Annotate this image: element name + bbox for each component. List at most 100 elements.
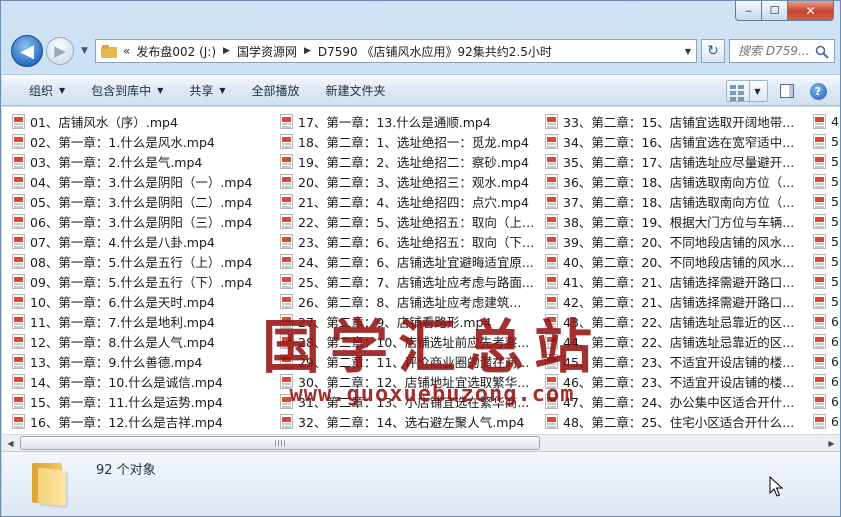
help-button[interactable]: ? (806, 80, 830, 102)
file-item[interactable]: 28、第二章：10、店铺选址前应先考察... (280, 331, 536, 351)
include-in-library-menu[interactable]: 包含到库中 ▼ (78, 78, 176, 102)
scroll-right-icon[interactable]: ▶ (823, 435, 840, 451)
mp4-file-icon (12, 153, 25, 169)
file-item[interactable]: 19、第二章：2、选址绝招二：察砂.mp4 (280, 151, 536, 171)
new-folder-button[interactable]: 新建文件夹 (313, 78, 399, 102)
organize-menu[interactable]: 组织 ▼ (16, 78, 78, 102)
file-item[interactable]: 41、第二章：21、店铺选择需避开路口... (545, 271, 807, 291)
forward-button[interactable]: ▶ (46, 37, 74, 65)
file-item[interactable]: 04、第一章：3.什么是阴阳（一）.mp4 (12, 171, 270, 191)
breadcrumb-segment[interactable]: 国学资源网 (237, 43, 297, 60)
file-item[interactable]: 6 (813, 331, 840, 351)
close-button[interactable]: ✕ (788, 1, 834, 21)
horizontal-scrollbar[interactable]: ◀ ▶ (2, 434, 840, 451)
file-item[interactable]: 32、第二章：14、选右避左聚人气.mp4 (280, 411, 536, 431)
search-input[interactable] (738, 44, 814, 58)
file-item[interactable]: 27、第二章：9、店铺看路形.mp4 (280, 311, 536, 331)
file-item[interactable]: 07、第一章：4.什么是八卦.mp4 (12, 231, 270, 251)
file-item[interactable]: 40、第二章：20、不同地段店铺的风水... (545, 251, 807, 271)
maximize-button[interactable]: ☐ (762, 1, 788, 21)
file-item[interactable]: 4 (813, 111, 840, 131)
file-item[interactable]: 45、第二章：23、不适宜开设店铺的楼... (545, 351, 807, 371)
file-item[interactable]: 21、第二章：4、选址绝招四：点穴.mp4 (280, 191, 536, 211)
file-name: 17、第一章：13.什么是通顺.mp4 (298, 114, 491, 130)
file-item[interactable]: 39、第二章：20、不同地段店铺的风水... (545, 231, 807, 251)
file-item[interactable]: 17、第一章：13.什么是通顺.mp4 (280, 111, 536, 131)
address-dropdown-icon[interactable]: ▼ (685, 47, 691, 56)
file-item[interactable]: 43、第二章：22、店铺选址忌靠近的区... (545, 311, 807, 331)
file-item[interactable]: 25、第二章：7、店铺选址应考虑与路面... (280, 271, 536, 291)
file-item[interactable]: 06、第一章：3.什么是阴阳（三）.mp4 (12, 211, 270, 231)
file-item[interactable]: 24、第二章：6、店铺选址宜避晦适宜原... (280, 251, 536, 271)
file-item[interactable]: 31、第二章：13、小店铺宜选在繁华商... (280, 391, 536, 411)
file-item[interactable]: 5 (813, 131, 840, 151)
file-item[interactable]: 33、第二章：15、店铺宜选取开阔地带... (545, 111, 807, 131)
file-item[interactable]: 48、第二章：25、住宅小区适合开什么... (545, 411, 807, 431)
play-all-button[interactable]: 全部播放 (239, 78, 313, 102)
file-item[interactable]: 35、第二章：17、店铺选址应尽量避开... (545, 151, 807, 171)
file-item[interactable]: 15、第一章：11.什么是运势.mp4 (12, 391, 270, 411)
file-item[interactable]: 02、第一章：1.什么是风水.mp4 (12, 131, 270, 151)
file-item[interactable]: 23、第二章：6、选址绝招五：取向（下）... (280, 231, 536, 251)
file-column: 17、第一章：13.什么是通顺.mp4 18、第二章：1、选址绝招一：觅龙.mp4… (280, 111, 536, 431)
file-item[interactable]: 26、第二章：8、店铺选址应考虑建筑... (280, 291, 536, 311)
file-item[interactable]: 37、第二章：18、店铺选取南向方位（... (545, 191, 807, 211)
file-item[interactable]: 6 (813, 371, 840, 391)
file-item[interactable]: 5 (813, 231, 840, 251)
file-item[interactable]: 5 (813, 171, 840, 191)
breadcrumb-segment[interactable]: D7590 《店铺风水应用》92集共约2.5小时 (318, 43, 552, 60)
file-item[interactable]: 08、第一章：5.什么是五行（上）.mp4 (12, 251, 270, 271)
file-item[interactable]: 6 (813, 351, 840, 371)
file-item[interactable]: 5 (813, 251, 840, 271)
file-item[interactable]: 42、第二章：21、店铺选择需避开路口... (545, 291, 807, 311)
scrollbar-thumb[interactable] (20, 436, 540, 450)
file-item[interactable]: 38、第二章：19、根据大门方位与车辆... (545, 211, 807, 231)
file-item[interactable]: 13、第一章：9.什么善德.mp4 (12, 351, 270, 371)
share-menu[interactable]: 共享 ▼ (176, 78, 238, 102)
file-list[interactable]: 01、店铺风水（序）.mp4 02、第一章：1.什么是风水.mp4 03、第一章：2… (2, 107, 840, 434)
file-item[interactable]: 6 (813, 391, 840, 411)
file-item[interactable]: 5 (813, 151, 840, 171)
file-item[interactable]: 09、第一章：5.什么是五行（下）.mp4 (12, 271, 270, 291)
file-item[interactable]: 05、第一章：3.什么是阴阳（二）.mp4 (12, 191, 270, 211)
preview-pane-button[interactable] (774, 80, 800, 102)
scroll-left-icon[interactable]: ◀ (2, 435, 19, 451)
file-item[interactable]: 14、第一章：10.什么是诚信.mp4 (12, 371, 270, 391)
refresh-button[interactable]: ↻ (701, 39, 725, 63)
file-item[interactable]: 03、第一章：2.什么是气.mp4 (12, 151, 270, 171)
file-item[interactable]: 16、第一章：12.什么是吉祥.mp4 (12, 411, 270, 431)
file-item[interactable]: 10、第一章：6.什么是天时.mp4 (12, 291, 270, 311)
file-item[interactable]: 6 (813, 311, 840, 331)
file-item[interactable]: 6 (813, 411, 840, 431)
file-item[interactable]: 5 (813, 191, 840, 211)
file-item[interactable]: 11、第一章：7.什么是地利.mp4 (12, 311, 270, 331)
file-item[interactable]: 5 (813, 211, 840, 231)
search-box[interactable] (729, 39, 835, 63)
file-item[interactable]: 29、第二章：11、评价商业圈的潜在商... (280, 351, 536, 371)
breadcrumb-segment[interactable]: 发布盘002 (J:) (136, 43, 216, 60)
change-view-button[interactable]: ▼ (726, 80, 768, 102)
back-button[interactable]: ◀ (11, 35, 43, 67)
file-item[interactable]: 5 (813, 271, 840, 291)
file-item[interactable]: 36、第二章：18、店铺选取南向方位（... (545, 171, 807, 191)
file-item[interactable]: 46、第二章：23、不适宜开设店铺的楼... (545, 371, 807, 391)
search-icon[interactable] (815, 45, 829, 59)
recent-pages-dropdown[interactable]: ▼ (81, 46, 88, 56)
minimize-button[interactable]: ‒ (735, 1, 762, 21)
file-item[interactable]: 34、第二章：16、店铺宜选在宽窄适中... (545, 131, 807, 151)
file-item[interactable]: 22、第二章：5、选址绝招五：取向（上）... (280, 211, 536, 231)
file-item[interactable]: 44、第二章：22、店铺选址忌靠近的区... (545, 331, 807, 351)
chevron-down-icon[interactable]: ▼ (749, 81, 765, 101)
file-item[interactable]: 12、第一章：8.什么是人气.mp4 (12, 331, 270, 351)
file-name: 09、第一章：5.什么是五行（下）.mp4 (30, 274, 253, 290)
address-bar[interactable]: « 发布盘002 (J:) ▶ 国学资源网 ▶ D7590 《店铺风水应用》92… (95, 39, 697, 63)
file-item[interactable]: 20、第二章：3、选址绝招三：观水.mp4 (280, 171, 536, 191)
breadcrumb-separator-icon[interactable]: ▶ (223, 46, 230, 56)
file-item[interactable]: 18、第二章：1、选址绝招一：觅龙.mp4 (280, 131, 536, 151)
file-item[interactable]: 5 (813, 291, 840, 311)
breadcrumb-separator-icon[interactable]: ▶ (304, 46, 311, 56)
file-item[interactable]: 47、第二章：24、办公集中区适合开什... (545, 391, 807, 411)
file-item[interactable]: 01、店铺风水（序）.mp4 (12, 111, 270, 131)
file-item[interactable]: 30、第二章：12、店铺地址宜选取繁华... (280, 371, 536, 391)
address-overflow-chevron[interactable]: « (123, 44, 130, 58)
